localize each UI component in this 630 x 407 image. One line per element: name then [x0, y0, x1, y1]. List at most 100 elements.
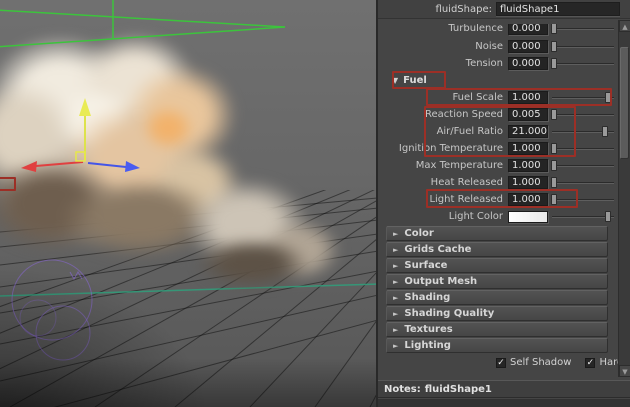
- attr-label: Ignition Temperature: [378, 143, 508, 154]
- self-shadow-label: Self Shadow: [510, 357, 571, 368]
- section-title: Color: [404, 228, 433, 239]
- attr-slider[interactable]: [552, 91, 614, 104]
- slider-track: [552, 148, 614, 150]
- slider-track: [552, 199, 614, 201]
- section-title: Grids Cache: [404, 244, 471, 255]
- viewport-3d[interactable]: [0, 0, 376, 407]
- attr-slider[interactable]: [552, 210, 614, 223]
- attr-label: Turbulence: [378, 24, 508, 34]
- slider-track: [552, 63, 614, 65]
- attr-label: Tension: [378, 58, 508, 69]
- panel-scrollbar[interactable]: ▲ ▼: [618, 20, 630, 377]
- explosion-smoke-cloud[interactable]: [0, 0, 376, 407]
- attr-label: Max Temperature: [378, 160, 508, 171]
- slider-handle[interactable]: [551, 24, 557, 34]
- attr-slider[interactable]: [552, 108, 614, 121]
- attr-slider[interactable]: [552, 159, 614, 172]
- slider-handle[interactable]: [551, 41, 557, 52]
- attr-label: Reaction Speed: [378, 109, 508, 120]
- section-title: Textures: [404, 324, 452, 335]
- slider-handle[interactable]: [551, 160, 557, 171]
- notes-text-area[interactable]: [378, 399, 630, 407]
- attr-slider[interactable]: [552, 176, 614, 189]
- attr-value-field[interactable]: 1.000: [508, 176, 548, 189]
- attr-slider[interactable]: [552, 24, 614, 35]
- attr-label: Air/Fuel Ratio: [378, 126, 508, 137]
- slider-handle[interactable]: [551, 177, 557, 188]
- chevron-right-icon: ►: [393, 278, 398, 286]
- chevron-right-icon: ►: [393, 246, 398, 254]
- attr-label: Fuel Scale: [378, 92, 508, 103]
- attr-row-fuel-scale: Fuel Scale 1.000: [378, 89, 618, 106]
- attr-row-light-color: Light Color: [378, 208, 618, 225]
- section-bar-shading[interactable]: ► Shading: [386, 290, 608, 305]
- scrollbar-thumb[interactable]: [620, 47, 629, 159]
- notes-value: fluidShape1: [425, 384, 492, 395]
- node-type-label: fluidShape:: [436, 4, 492, 15]
- attr-slider[interactable]: [552, 40, 614, 53]
- lighting-options-row: ✓ Self Shadow ✓ Hardware Shadow: [378, 355, 618, 370]
- attr-label: Light Released: [378, 194, 508, 205]
- attr-label: Light Color: [378, 211, 508, 222]
- attr-value-field[interactable]: 0.005: [508, 108, 548, 121]
- attr-row-ignition-temperature: Ignition Temperature 1.000: [378, 140, 618, 157]
- chevron-right-icon: ►: [393, 294, 398, 302]
- attr-value-field[interactable]: 0.000: [508, 24, 548, 35]
- fuel-section-header[interactable]: ▼ Fuel: [378, 72, 618, 89]
- slider-handle[interactable]: [551, 143, 557, 154]
- attr-row-reaction-speed: Reaction Speed 0.005: [378, 106, 618, 123]
- attr-value-field[interactable]: 1.000: [508, 159, 548, 172]
- attr-row-noise: Noise 0.000: [378, 38, 618, 55]
- slider-handle[interactable]: [602, 126, 608, 137]
- slider-track: [552, 165, 614, 167]
- hardware-shadow-checkbox[interactable]: ✓: [585, 358, 595, 368]
- hardware-shadow-label: Hardware Shadow: [599, 357, 618, 368]
- attr-slider[interactable]: [552, 193, 614, 206]
- section-bar-lighting[interactable]: ► Lighting: [386, 338, 608, 353]
- attr-row-light-released: Light Released 1.000: [378, 191, 618, 208]
- scroll-down-button[interactable]: ▼: [619, 365, 630, 377]
- slider-track: [552, 28, 614, 30]
- scroll-up-button[interactable]: ▲: [619, 20, 630, 32]
- node-name-field[interactable]: fluidShape1: [496, 2, 620, 16]
- section-bar-textures[interactable]: ► Textures: [386, 322, 608, 337]
- slider-track: [552, 46, 614, 48]
- section-bar-output-mesh[interactable]: ► Output Mesh: [386, 274, 608, 289]
- slider-handle[interactable]: [551, 109, 557, 120]
- notes-label: Notes:: [384, 384, 421, 395]
- slider-handle[interactable]: [605, 211, 611, 222]
- section-bar-color[interactable]: ► Color: [386, 226, 608, 241]
- attr-row-air-fuel-ratio: Air/Fuel Ratio 21.000: [378, 123, 618, 140]
- attr-row-turbulence-clipped: Turbulence 0.000: [378, 24, 618, 38]
- attr-label: Heat Released: [378, 177, 508, 188]
- fuel-section-title: Fuel: [403, 75, 427, 86]
- attr-slider[interactable]: [552, 125, 614, 138]
- attr-value-field[interactable]: 1.000: [508, 91, 548, 104]
- section-bar-grids-cache[interactable]: ► Grids Cache: [386, 242, 608, 257]
- attribute-editor-header: fluidShape: fluidShape1: [378, 0, 630, 19]
- attr-slider[interactable]: [552, 57, 614, 70]
- slider-handle[interactable]: [551, 194, 557, 205]
- section-title: Shading: [404, 292, 450, 303]
- chevron-right-icon: ►: [393, 230, 398, 238]
- section-bar-shading-quality[interactable]: ► Shading Quality: [386, 306, 608, 321]
- chevron-right-icon: ►: [393, 342, 398, 350]
- slider-track: [552, 114, 614, 116]
- maya-window: fluidShape: fluidShape1 Turbulence 0.000…: [0, 0, 630, 407]
- attribute-editor-panel: fluidShape: fluidShape1 Turbulence 0.000…: [378, 0, 630, 407]
- attr-value-field[interactable]: 21.000: [508, 125, 548, 138]
- attr-slider[interactable]: [552, 142, 614, 155]
- attr-row-max-temperature: Max Temperature 1.000: [378, 157, 618, 174]
- attr-value-field[interactable]: 1.000: [508, 142, 548, 155]
- section-title: Output Mesh: [404, 276, 477, 287]
- slider-handle[interactable]: [551, 58, 557, 69]
- section-bar-surface[interactable]: ► Surface: [386, 258, 608, 273]
- self-shadow-checkbox[interactable]: ✓: [496, 358, 506, 368]
- chevron-right-icon: ►: [393, 310, 398, 318]
- slider-handle[interactable]: [605, 92, 611, 103]
- attr-value-field[interactable]: 0.000: [508, 40, 548, 53]
- section-title: Surface: [404, 260, 447, 271]
- light-color-swatch[interactable]: [508, 211, 548, 223]
- attr-value-field[interactable]: 0.000: [508, 57, 548, 70]
- attr-value-field[interactable]: 1.000: [508, 193, 548, 206]
